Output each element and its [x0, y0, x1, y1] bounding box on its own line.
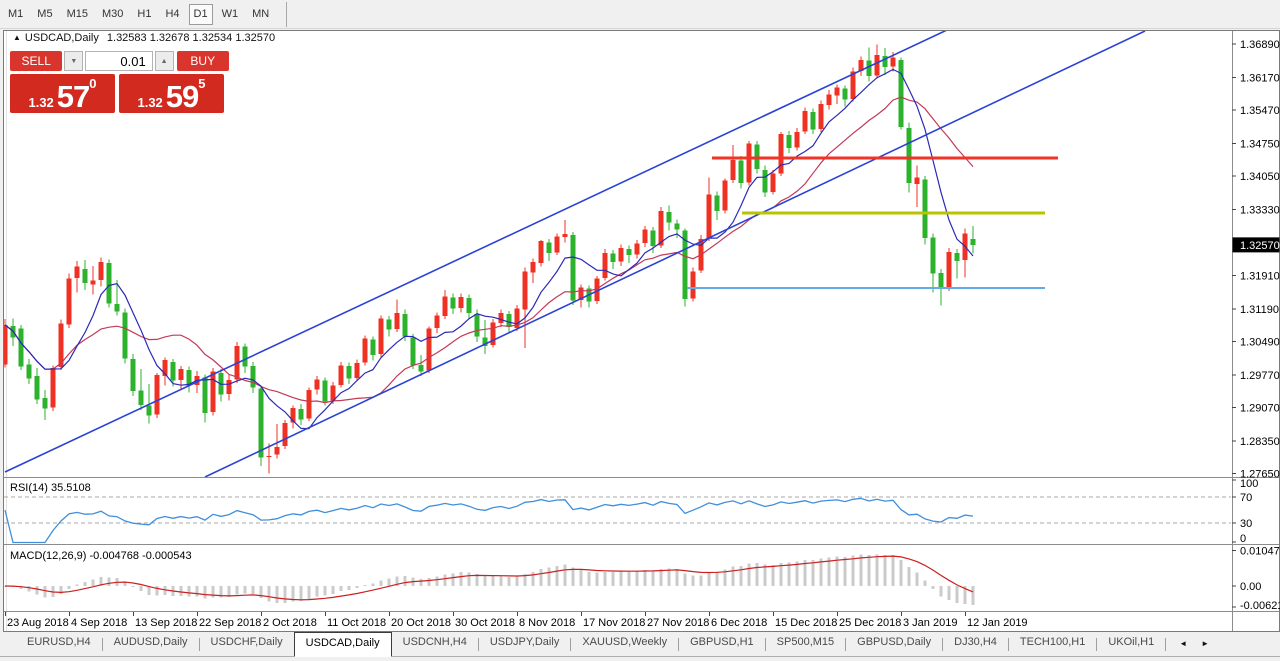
chart-title: ▲ USDCAD,Daily 1.32583 1.32678 1.32534 1.3… — [13, 32, 275, 44]
date-axis-label: 13 Sep 2018 — [135, 617, 197, 629]
timeframe-h1[interactable]: H1 — [132, 4, 156, 25]
date-axis-label: 4 Sep 2018 — [71, 617, 127, 629]
tab-scroll-left-icon[interactable]: ◄ — [1172, 639, 1194, 648]
buy-price-button[interactable]: 1.32 59 5 — [119, 74, 224, 113]
tab-tech100-h1[interactable]: TECH100,H1 — [1009, 632, 1096, 654]
date-axis-label: 11 Oct 2018 — [327, 617, 386, 629]
date-axis-label: 25 Dec 2018 — [839, 617, 901, 629]
chart-tab-bar: EURUSD,H4AUDUSD,DailyUSDCHF,DailyUSDCAD,… — [0, 632, 1280, 661]
macd-pane-label: MACD(12,26,9) -0.004768 -0.000543 — [10, 550, 192, 562]
trade-controls-row: SELL ▼ 0.01 ▲ BUY — [10, 51, 229, 71]
toolbar-separator — [286, 2, 287, 27]
price-axis-label: 1.29070 — [1240, 403, 1280, 415]
date-axis-label: 15 Dec 2018 — [775, 617, 837, 629]
one-click-trading-panel: SELL ▼ 0.01 ▲ BUY 1.32 57 0 1.32 59 5 — [10, 51, 229, 113]
chart-canvas[interactable]: 1.36890 1.36170 1.35470 1.34750 1.34050 1.333… — [3, 30, 1280, 632]
mt4-terminal: { "toolbar": { "timeframes": [ {"label":… — [0, 0, 1280, 661]
macd-axis-max: 0.010474 — [1240, 545, 1280, 557]
price-axis-label: 1.36890 — [1240, 39, 1280, 51]
timeframe-w1[interactable]: W1 — [217, 4, 244, 25]
timeframe-h4[interactable]: H4 — [160, 4, 184, 25]
rsi-pane-label: RSI(14) 35.5108 — [10, 482, 91, 494]
tab-divider — [1165, 638, 1166, 651]
price-axis-label: 1.34050 — [1240, 171, 1280, 183]
sell-button[interactable]: SELL — [10, 51, 62, 71]
chart-window-frame — [4, 31, 1280, 632]
macd-axis-min: -0.006218 — [1240, 600, 1280, 612]
tab-sp500-m15[interactable]: SP500,M15 — [766, 632, 845, 654]
current-price-label: 1.32570 — [1240, 240, 1280, 252]
date-axis-label: 20 Oct 2018 — [391, 617, 451, 629]
rsi-axis-label: 70 — [1240, 492, 1252, 504]
sell-price-pips: 57 — [57, 84, 89, 109]
sell-price-button[interactable]: 1.32 57 0 — [10, 74, 115, 113]
timeframe-m5[interactable]: M5 — [32, 4, 57, 25]
lot-decrease-button[interactable]: ▼ — [64, 51, 83, 71]
timeframe-m1[interactable]: M1 — [3, 4, 28, 25]
date-axis-label: 30 Oct 2018 — [455, 617, 515, 629]
date-axis-label: 2 Oct 2018 — [263, 617, 317, 629]
tab-usdcad-daily[interactable]: USDCAD,Daily — [294, 632, 392, 657]
price-axis-label: 1.34750 — [1240, 139, 1280, 151]
lot-increase-button[interactable]: ▲ — [155, 51, 174, 71]
rsi-value: 35.5108 — [51, 482, 91, 494]
rsi-axis-label: 100 — [1240, 478, 1258, 490]
tab-dj30-h4[interactable]: DJ30,H4 — [943, 632, 1008, 654]
tab-eurusd-h4[interactable]: EURUSD,H4 — [16, 632, 102, 654]
timeframe-toolbar: M1M5M15M30H1H4D1W1MN — [0, 0, 1280, 29]
price-axis-label: 1.33330 — [1240, 205, 1280, 217]
date-axis-label: 27 Nov 2018 — [647, 617, 709, 629]
timeframe-m15[interactable]: M15 — [62, 4, 93, 25]
date-axis-label: 6 Dec 2018 — [711, 617, 767, 629]
tab-xauusd-weekly[interactable]: XAUUSD,Weekly — [571, 632, 678, 654]
date-axis-label: 22 Sep 2018 — [199, 617, 261, 629]
macd-name: MACD(12,26,9) — [10, 550, 86, 562]
timeframe-mn[interactable]: MN — [247, 4, 274, 25]
tab-gbpusd-h1[interactable]: GBPUSD,H1 — [679, 632, 765, 654]
timeframe-d1[interactable]: D1 — [189, 4, 213, 25]
macd-values: -0.004768 -0.000543 — [89, 550, 191, 562]
buy-price-base: 1.32 — [137, 96, 162, 109]
collapse-triangle-icon[interactable]: ▲ — [13, 33, 21, 42]
buy-price-pips: 59 — [166, 84, 198, 109]
rsi-axis-label: 30 — [1240, 518, 1252, 530]
sell-price-fraction: 0 — [89, 78, 96, 89]
tab-ukoil-h1[interactable]: UKOil,H1 — [1097, 632, 1165, 654]
date-axis-label: 12 Jan 2019 — [967, 617, 1028, 629]
tab-usdchf-daily[interactable]: USDCHF,Daily — [200, 632, 294, 654]
tab-gbpusd-daily[interactable]: GBPUSD,Daily — [846, 632, 942, 654]
price-axis-label: 1.36170 — [1240, 72, 1280, 84]
trade-prices-row: 1.32 57 0 1.32 59 5 — [10, 74, 229, 113]
buy-price-fraction: 5 — [198, 78, 205, 89]
date-axis-label: 8 Nov 2018 — [519, 617, 575, 629]
tab-scroll-arrows: ◄► — [1172, 632, 1216, 654]
date-axis-label: 3 Jan 2019 — [903, 617, 957, 629]
date-axis-label: 23 Aug 2018 — [7, 617, 69, 629]
price-axis-label: 1.28350 — [1240, 436, 1280, 448]
price-axis-label: 1.31190 — [1240, 304, 1279, 316]
chart-ohlc: 1.32583 1.32678 1.32534 1.32570 — [107, 32, 275, 44]
price-axis-label: 1.29770 — [1240, 370, 1280, 382]
price-axis-label: 1.30490 — [1240, 337, 1280, 349]
lot-size-input[interactable]: 0.01 — [85, 51, 152, 71]
date-axis-label: 17 Nov 2018 — [583, 617, 645, 629]
buy-button[interactable]: BUY — [177, 51, 229, 71]
tab-audusd-daily[interactable]: AUDUSD,Daily — [103, 632, 199, 654]
rsi-name: RSI(14) — [10, 482, 48, 494]
tab-usdcnh-h4[interactable]: USDCNH,H4 — [392, 632, 478, 654]
tab-scroll-right-icon[interactable]: ► — [1194, 639, 1216, 648]
timeframe-m30[interactable]: M30 — [97, 4, 128, 25]
price-axis-label: 1.31910 — [1240, 271, 1280, 283]
price-axis-label: 1.35470 — [1240, 105, 1280, 117]
sell-price-base: 1.32 — [28, 96, 53, 109]
macd-axis-zero: 0.00 — [1240, 581, 1261, 593]
tab-usdjpy-daily[interactable]: USDJPY,Daily — [479, 632, 571, 654]
chart-symbol: USDCAD,Daily — [25, 32, 99, 44]
rsi-axis-label: 0 — [1240, 533, 1246, 545]
